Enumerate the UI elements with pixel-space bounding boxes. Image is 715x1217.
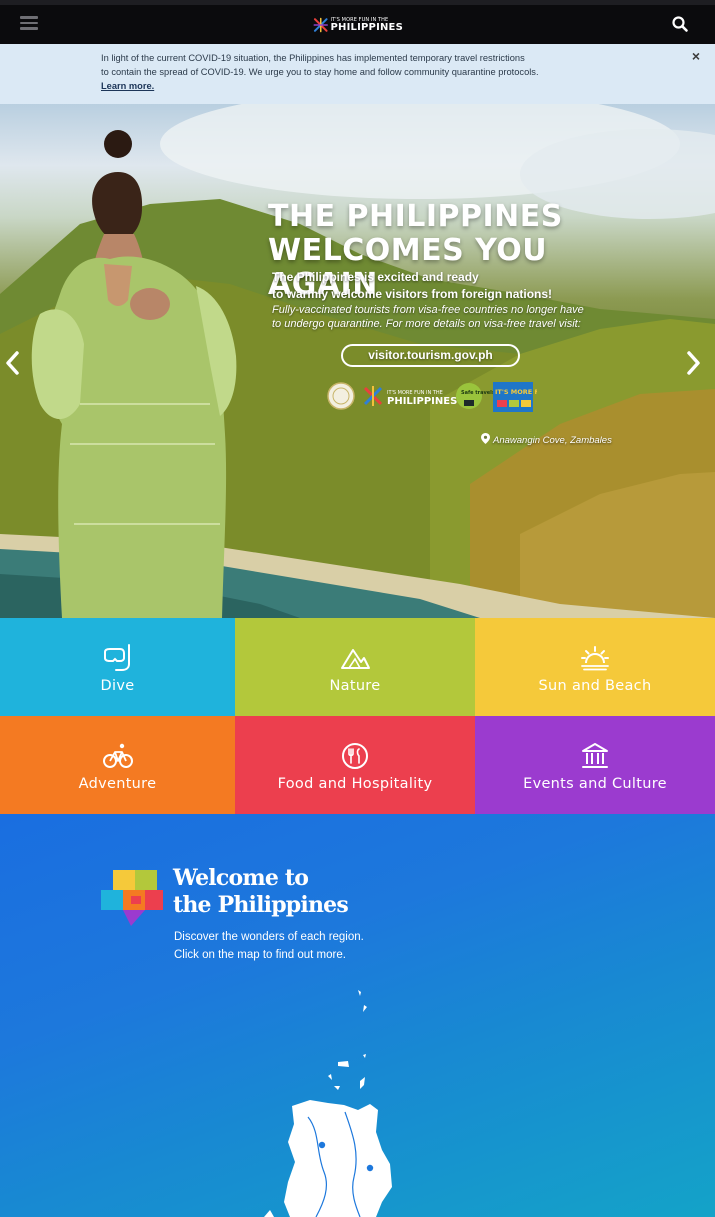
hero-subheadline: The Philippines is excited and ready to … [272,270,553,301]
notice-text-block: In light of the current COVID-19 situati… [101,51,641,93]
category-tile-sun-beach[interactable]: Sun and Beach [475,618,715,716]
category-tile-dive[interactable]: Dive [0,618,235,716]
learn-more-link[interactable]: Learn more. [101,79,154,93]
category-label-dive: Dive [100,678,135,694]
category-tile-food[interactable]: Food and Hospitality [235,716,475,814]
weave-logo-icon [313,17,328,33]
hero-carousel: THE PHILIPPINES WELCOMES YOU AGAIN The P… [0,104,715,618]
hero-visa-note: Fully-vaccinated tourists from visa-free… [272,304,584,330]
museum-icon [582,743,608,768]
philippines-cube-logo-icon [101,870,163,926]
philippines-map[interactable] [250,982,420,1217]
photo-location: Anawangin Cove, Zambales [481,433,612,446]
covid-notice-banner: In light of the current COVID-19 situati… [0,44,715,104]
sun-icon [581,646,609,671]
safe-travels-text: Safe travels [461,390,495,396]
search-icon[interactable] [671,15,689,33]
notice-message: In light of the current COVID-19 situati… [101,53,539,77]
mountain-icon [341,649,370,669]
category-grid: Dive Nature Sun and Beach Adventure Food… [0,618,715,814]
category-label-sun-beach: Sun and Beach [538,678,652,694]
more-fun-badge-text: IT'S MORE FUN [495,388,537,396]
category-label-nature: Nature [329,678,381,694]
welcome-section: Welcome to the Philippines Discover the … [0,814,715,1217]
close-notice-button[interactable]: × [692,48,700,64]
weave-logo-icon [363,386,383,406]
luzon-island-shape [284,1100,392,1217]
category-label-adventure: Adventure [78,776,157,792]
brand-logo[interactable]: IT'S MORE FUN IN THE PHILIPPINES [313,11,403,39]
category-tile-nature[interactable]: Nature [235,618,475,716]
map-pin-icon [481,433,490,444]
welcome-description: Discover the wonders of each region. Cli… [174,931,364,961]
top-navbar: IT'S MORE FUN IN THE PHILIPPINES [0,0,715,44]
snorkel-icon [103,644,130,671]
category-label-events: Events and Culture [523,776,667,792]
photo-location-text: Anawangin Cove, Zambales [493,435,612,446]
dot-seal-icon [327,382,355,410]
visitor-site-link[interactable]: visitor.tourism.gov.ph [341,344,520,367]
partner-logos: IT'S MORE FUN IN THE PHILIPPINES Safe tr… [327,380,550,414]
bicycle-icon [102,743,133,768]
logo-wordmark: PHILIPPINES [330,21,403,33]
menu-icon[interactable] [20,16,38,30]
carousel-next-button[interactable] [683,350,703,376]
more-fun-badge-icon: IT'S MORE FUN [493,382,550,412]
food-icon [342,743,368,769]
category-tile-events[interactable]: Events and Culture [475,716,715,814]
carousel-prev-button[interactable] [3,350,23,376]
welcome-title: Welcome to the Philippines [173,865,349,918]
category-label-food: Food and Hospitality [277,776,433,792]
category-tile-adventure[interactable]: Adventure [0,716,235,814]
chevron-right-icon [687,351,700,375]
safe-travels-icon: Safe travels [456,383,495,409]
chevron-left-icon [6,351,19,375]
partner-logo-wordmark: PHILIPPINES [387,396,457,407]
